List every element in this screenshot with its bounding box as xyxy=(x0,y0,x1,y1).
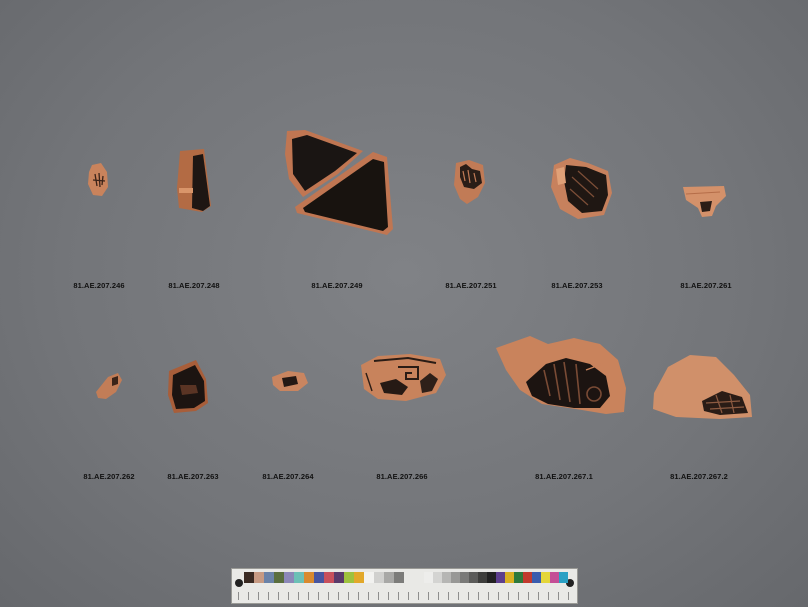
label-264: 81.AE.207.264 xyxy=(262,472,314,481)
sherd-253 xyxy=(551,158,612,219)
sherd-248 xyxy=(177,149,211,212)
registration-mark-left xyxy=(235,579,243,587)
label-253: 81.AE.207.253 xyxy=(551,281,603,290)
sherd-267-1 xyxy=(496,336,626,414)
color-calibration-card xyxy=(231,568,578,604)
label-262: 81.AE.207.262 xyxy=(83,472,135,481)
label-248: 81.AE.207.248 xyxy=(168,281,220,290)
label-267-2: 81.AE.207.267.2 xyxy=(670,472,728,481)
sherd-261 xyxy=(683,186,726,217)
sherd-266 xyxy=(361,354,446,401)
label-261: 81.AE.207.261 xyxy=(680,281,732,290)
label-251: 81.AE.207.251 xyxy=(445,281,497,290)
label-266: 81.AE.207.266 xyxy=(376,472,428,481)
label-246: 81.AE.207.246 xyxy=(73,281,125,290)
sherd-263 xyxy=(168,360,208,413)
color-swatches-left xyxy=(244,572,404,583)
sherd-249 xyxy=(285,130,393,235)
sherd-251 xyxy=(454,160,485,204)
sherd-267-2 xyxy=(653,355,752,419)
grayscale-swatches xyxy=(424,572,568,583)
label-249: 81.AE.207.249 xyxy=(311,281,363,290)
sherd-246 xyxy=(88,163,108,196)
label-267-1: 81.AE.207.267.1 xyxy=(535,472,593,481)
sherd-262 xyxy=(96,373,122,399)
label-263: 81.AE.207.263 xyxy=(167,472,219,481)
measurement-ruler xyxy=(238,592,571,600)
sherd-264 xyxy=(272,371,308,391)
